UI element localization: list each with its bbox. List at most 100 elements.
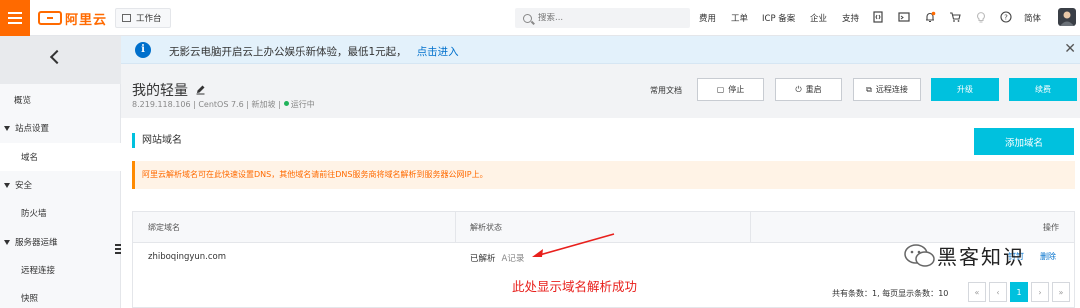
record-type: A记录 <box>501 254 525 264</box>
avatar[interactable] <box>1058 8 1076 26</box>
sidebar-item-label: 安全 <box>15 181 33 191</box>
stop-button[interactable]: ▢ 停止 <box>697 78 764 101</box>
top-bar: 阿里云 工作台 费用 工单 ICP 备案 企业 支持 ? 简体 <box>0 0 1080 36</box>
remote-icon: ⧉ <box>866 84 872 94</box>
upgrade-button[interactable]: 升级 <box>931 78 999 101</box>
sidebar-item-snapshot[interactable]: 快照 <box>0 284 121 308</box>
total-count: 1 <box>872 289 878 298</box>
lightbulb-icon[interactable] <box>975 11 987 23</box>
instance-region: 新加坡 <box>251 100 276 109</box>
watermark: 黑客知识 <box>903 241 1025 270</box>
svg-text:?: ? <box>1004 14 1008 22</box>
nav-billing[interactable]: 费用 <box>699 12 716 24</box>
docs-link[interactable]: 常用文档 <box>650 85 682 96</box>
stop-icon: ▢ <box>716 85 725 94</box>
instance-status: 运行中 <box>290 100 315 109</box>
sidebar-item-overview[interactable]: 概览 <box>0 86 121 114</box>
menu-icon[interactable] <box>0 0 30 36</box>
domain-cell: zhiboqingyun.com <box>148 252 227 262</box>
notice-text: 无影云电脑开启云上办公娱乐新体验，最低1元起， <box>169 46 407 58</box>
sidebar-item-label: 远程连接 <box>21 266 56 276</box>
column-header-status: 解析状态 <box>470 223 502 232</box>
page-first-button[interactable]: « <box>968 282 986 302</box>
remote-label: 远程连接 <box>875 85 908 94</box>
remote-connect-button[interactable]: ⧉ 远程连接 <box>853 78 921 101</box>
per-page-count: 10 <box>938 289 949 298</box>
resolved-status: 已解析 <box>470 254 496 264</box>
column-header-domain: 绑定域名 <box>148 223 180 232</box>
delete-link[interactable]: 删除 <box>1040 251 1056 262</box>
language-switch[interactable]: 简体 <box>1024 12 1041 24</box>
instance-ip: 8.219.118.106 <box>132 100 191 109</box>
caret-down-icon <box>4 182 10 188</box>
workbench-label: 工作台 <box>136 14 162 24</box>
help-icon[interactable]: ? <box>1000 11 1012 23</box>
notice-link[interactable]: 点击进入 <box>417 46 459 58</box>
home-icon <box>122 14 131 22</box>
upgrade-label: 升级 <box>957 85 973 94</box>
status-dot-icon <box>283 101 289 106</box>
power-icon: ⏻ <box>795 84 802 94</box>
page-next-button[interactable]: › <box>1031 282 1049 302</box>
logo-text: 阿里云 <box>65 12 108 28</box>
close-icon[interactable]: ✕ <box>1064 41 1076 57</box>
cart-icon[interactable] <box>949 11 961 23</box>
terminal-icon[interactable] <box>898 11 910 23</box>
logo-mark-icon <box>38 11 62 25</box>
instance-os: CentOS 7.6 <box>198 100 244 109</box>
dev-tools-icon[interactable] <box>872 11 884 23</box>
total-label: 共有条数： <box>832 289 872 298</box>
sidebar-group-site-settings[interactable]: 站点设置 <box>0 114 121 142</box>
sidebar-item-label: 快照 <box>21 294 39 304</box>
chevron-left-icon <box>49 49 65 65</box>
annotation-text: 此处显示域名解析成功 <box>512 279 638 294</box>
page-current-button[interactable]: 1 <box>1010 282 1028 302</box>
per-page-label: 每页显示条数： <box>882 289 939 298</box>
nav-enterprise[interactable]: 企业 <box>810 12 827 24</box>
column-header-actions: 操作 <box>1043 223 1059 232</box>
page-title: 我的轻量 <box>132 83 188 99</box>
column-divider <box>750 212 751 243</box>
sidebar-item-domain[interactable]: 域名 <box>0 143 121 171</box>
status-cell: 已解析 A记录 <box>470 252 524 264</box>
nav-ticket[interactable]: 工单 <box>731 12 748 24</box>
sidebar-item-label: 概览 <box>14 96 32 106</box>
info-icon: i <box>135 42 151 58</box>
pager-summary: 共有条数：1, 每页显示条数：10 <box>832 289 949 298</box>
search-icon <box>523 13 532 23</box>
notice-message: 无影云电脑开启云上办公娱乐新体验，最低1元起， 点击进入 <box>169 44 459 59</box>
add-domain-button[interactable]: 添加域名 <box>974 128 1074 155</box>
column-divider <box>455 212 456 243</box>
wechat-icon <box>904 243 935 267</box>
sidebar-item-firewall[interactable]: 防火墙 <box>0 199 121 227</box>
restart-button[interactable]: ⏻ 重启 <box>775 78 842 101</box>
annotation-arrow <box>532 233 615 257</box>
search-input[interactable] <box>538 13 678 23</box>
section-title: 网站域名 <box>132 133 182 148</box>
notice-bar: i 无影云电脑开启云上办公娱乐新体验，最低1元起， 点击进入 ✕ <box>121 36 1080 64</box>
aliyun-logo[interactable]: 阿里云 <box>38 9 108 28</box>
renew-label: 续费 <box>1035 85 1051 94</box>
sidebar-item-label: 域名 <box>21 153 39 163</box>
sidebar: 概览 站点设置 域名 安全 防火墙 服务器运维 远程连接 快照 <box>0 36 121 308</box>
instance-meta: 8.219.118.106 | CentOS 7.6 | 新加坡 | 运行中 <box>132 100 315 109</box>
sidebar-item-label: 站点设置 <box>15 124 50 134</box>
sidebar-group-security[interactable]: 安全 <box>0 171 121 199</box>
renew-button[interactable]: 续费 <box>1009 78 1077 101</box>
back-button[interactable] <box>0 36 121 84</box>
sidebar-item-label: 防火墙 <box>21 209 47 219</box>
page-prev-button[interactable]: ‹ <box>989 282 1007 302</box>
sidebar-item-label: 服务器运维 <box>15 238 58 248</box>
watermark-text: 黑客知识 <box>937 245 1025 269</box>
nav-icp[interactable]: ICP 备案 <box>762 12 795 24</box>
sidebar-group-ops[interactable]: 服务器运维 <box>0 228 121 256</box>
sidebar-item-remote[interactable]: 远程连接 <box>0 256 121 284</box>
page-last-button[interactable]: » <box>1052 282 1070 302</box>
search-box[interactable] <box>515 8 690 28</box>
edit-icon[interactable] <box>195 84 206 95</box>
nav-support[interactable]: 支持 <box>842 12 859 24</box>
bell-icon[interactable] <box>924 11 936 23</box>
workbench-button[interactable]: 工作台 <box>115 8 171 28</box>
restart-label: 重启 <box>805 85 822 94</box>
dns-warning: 阿里云解析域名可在此快速设置DNS，其他域名请前往DNS服务商将域名解析到服务器… <box>132 161 1075 189</box>
